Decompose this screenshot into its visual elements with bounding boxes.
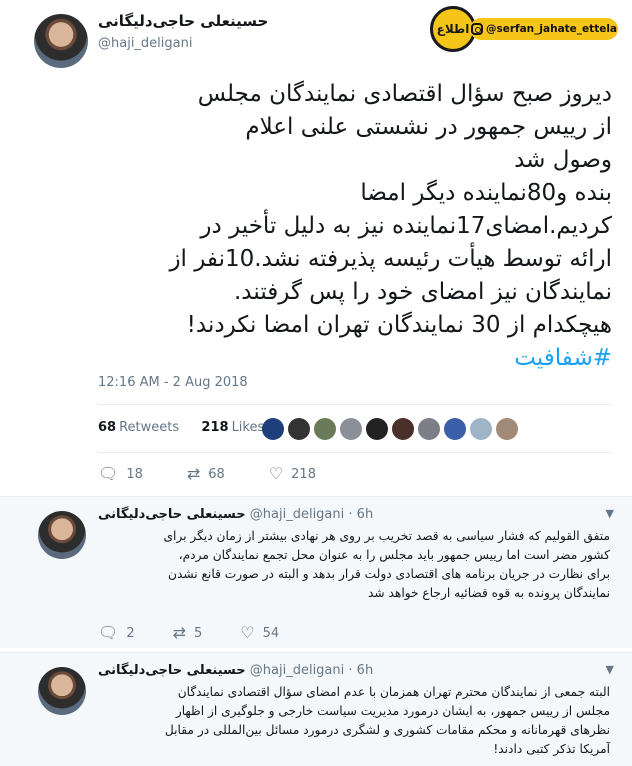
divider [98, 452, 612, 453]
retweet-button[interactable]: ⇄ 5 [173, 625, 203, 641]
heart-icon: ♡ [268, 464, 284, 483]
hashtag-link[interactable]: #شفافیت [514, 345, 612, 371]
reply-button[interactable]: 🗨︎ 18 [98, 466, 143, 482]
tweet-text: دیروز صبح سؤال اقتصادی نمایندگان مجلس از… [36, 78, 612, 375]
liker-avatar[interactable] [366, 418, 388, 440]
tweet-body: دیروز صبح سؤال اقتصادی نمایندگان مجلس از… [169, 81, 612, 338]
engagement-counts: 68 Retweets 218 Likes [98, 420, 264, 435]
liker-avatar[interactable] [470, 418, 492, 440]
avatar[interactable] [34, 14, 88, 68]
liker-avatar[interactable] [392, 418, 414, 440]
liker-avatar[interactable] [496, 418, 518, 440]
like-count: 218 [291, 466, 316, 482]
retweet-count: 5 [194, 625, 203, 641]
reply-time[interactable]: 6h [357, 507, 374, 522]
author-handle[interactable]: @haji_deligani [250, 663, 344, 678]
liker-avatar[interactable] [340, 418, 362, 440]
chevron-down-icon[interactable]: ▼ [606, 663, 614, 676]
reply-actions: 🗨︎ 2 ⇄ 5 ♡ 54 [98, 625, 317, 641]
liker-avatar[interactable] [288, 418, 310, 440]
brand-watermark: اطلاع @serfan_jahate_ettela [428, 6, 618, 52]
retweets-count-link[interactable]: 68 Retweets [98, 420, 179, 435]
tweet-timestamp[interactable]: 12:16 AM - 2 Aug 2018 [98, 375, 248, 390]
retweet-button[interactable]: ⇄ 68 [187, 466, 225, 482]
retweet-count: 68 [208, 466, 225, 482]
avatar[interactable] [38, 667, 86, 715]
reply-text: البته جمعی از نمایندگان محترم تهران همزم… [164, 685, 610, 756]
author-handle[interactable]: @haji_deligani [250, 507, 344, 522]
reply-button[interactable]: 🗨︎ 2 [98, 625, 135, 641]
retweet-icon: ⇄ [172, 623, 186, 642]
liker-avatar[interactable] [444, 418, 466, 440]
brand-handle: @serfan_jahate_ettela [485, 23, 618, 35]
author-name[interactable]: حسینعلی حاجی‌دلیگانی [98, 12, 268, 30]
author-name[interactable]: حسینعلی حاجی‌دلیگانی [98, 507, 246, 522]
author-name[interactable]: حسینعلی حاجی‌دلیگانی [98, 663, 246, 678]
retweet-icon: ⇄ [186, 464, 201, 483]
author-handle[interactable]: @haji_deligani [98, 36, 192, 51]
like-button[interactable]: ♡ 54 [240, 625, 279, 641]
reply-icon: 🗨︎ [98, 623, 119, 642]
reply-icon: 🗨︎ [98, 464, 119, 483]
reply-header: حسینعلی حاجی‌دلیگانی @haji_deligani · 6h [98, 663, 374, 678]
liker-avatar[interactable] [314, 418, 336, 440]
reply-tweet[interactable]: حسینعلی حاجی‌دلیگانی @haji_deligani · 6h… [0, 496, 632, 648]
like-count: 54 [262, 625, 280, 641]
reply-header: حسینعلی حاجی‌دلیگانی @haji_deligani · 6h [98, 507, 374, 522]
divider [98, 404, 612, 405]
tweet-actions: 🗨︎ 18 ⇄ 68 ♡ 218 [98, 466, 360, 482]
like-button[interactable]: ♡ 218 [269, 466, 316, 482]
reply-tweet[interactable]: حسینعلی حاجی‌دلیگانی @haji_deligani · 6h… [0, 652, 632, 766]
reply-time[interactable]: 6h [357, 663, 374, 678]
heart-icon: ♡ [240, 623, 255, 642]
reply-count: 2 [126, 625, 135, 641]
avatar[interactable] [38, 511, 86, 559]
reply-count: 18 [126, 466, 143, 482]
liker-avatar[interactable] [418, 418, 440, 440]
liker-avatar[interactable] [262, 418, 284, 440]
main-tweet: حسینعلی حاجی‌دلیگانی @haji_deligani اطلا… [0, 0, 632, 496]
chevron-down-icon[interactable]: ▼ [606, 507, 614, 520]
brand-handle-badge: @serfan_jahate_ettela [470, 18, 618, 40]
instagram-icon [470, 23, 483, 35]
likes-count-link[interactable]: 218 Likes [201, 420, 264, 435]
reply-text: متفق القولیم که فشار سیاسی به قصد تخریب … [163, 529, 610, 600]
